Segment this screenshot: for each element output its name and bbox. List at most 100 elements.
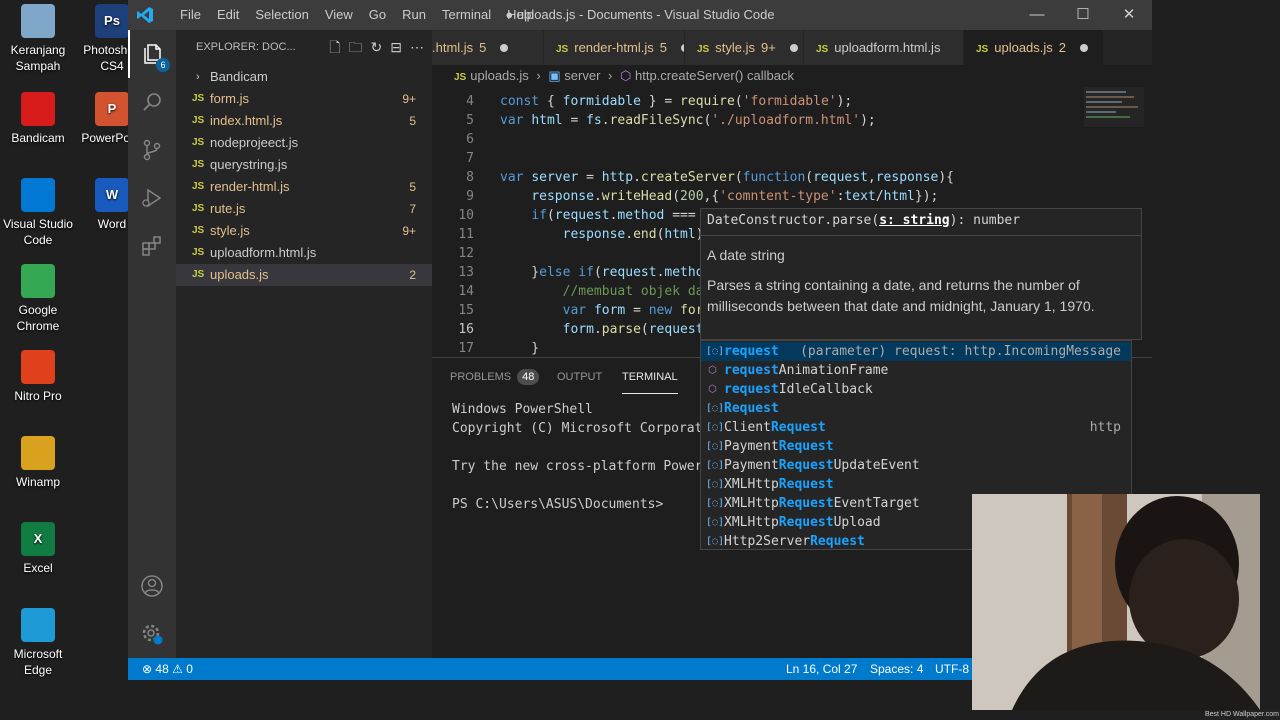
encoding[interactable]: UTF-8 [935, 658, 969, 680]
suggestion-suffix: IdleCallback [778, 382, 873, 397]
desktop-icon[interactable]: Bandicam [0, 92, 76, 146]
tab-output[interactable]: OUTPUT [557, 358, 602, 396]
editor-tab[interactable]: JS style.js 9+ [685, 30, 804, 65]
file-item[interactable]: JS uploads.js 2 [176, 264, 432, 286]
menu-file[interactable]: File [172, 0, 209, 30]
terminal-output[interactable]: Windows PowerShell Copyright (C) Microsof… [452, 400, 718, 514]
chevron-right-icon: › [608, 68, 613, 83]
desktop-icon[interactable]: Nitro Pro [0, 350, 76, 404]
suggestion-item[interactable]: [◌] ClientRequest http [701, 418, 1131, 437]
hover-divider [701, 235, 1141, 236]
suggestion-item[interactable]: [◌] request (parameter) request: http.Inco… [701, 342, 1131, 361]
breadcrumb-callback[interactable]: http.createServer() callback [635, 68, 794, 83]
refresh-icon[interactable]: ↻ [371, 30, 383, 65]
suggestion-item[interactable]: ⬡ requestIdleCallback [701, 380, 1131, 399]
collapse-all-icon[interactable]: ⊟ [390, 30, 402, 65]
desktop-icon[interactable]: Google Chrome [0, 264, 76, 334]
suggestion-match: request [724, 344, 779, 359]
desktop-icon-label: Winamp [15, 475, 60, 489]
suggestion-detail: (parameter) request: http.IncomingMessag… [800, 344, 1121, 359]
js-file-icon: JS [976, 44, 989, 55]
desktop-icon[interactable]: Microsoft Edge [0, 608, 76, 678]
desktop-icon[interactable]: Visual Studio Code [0, 178, 76, 248]
suggestion-item[interactable]: [◌] XMLHttpRequest [701, 475, 1131, 494]
terminal-line: Windows PowerShell [452, 402, 593, 417]
menu-selection[interactable]: Selection [247, 0, 316, 30]
explorer-activity[interactable]: 6 [128, 30, 176, 78]
accounts-activity[interactable] [128, 562, 176, 610]
source-control-activity[interactable] [128, 126, 176, 174]
more-actions-icon[interactable]: ⋯ [410, 30, 424, 65]
unsaved-dot-icon[interactable] [789, 44, 798, 52]
suggestion-label: Request [724, 399, 779, 418]
menu-go[interactable]: Go [361, 0, 394, 30]
unsaved-dot-icon[interactable] [500, 44, 509, 52]
breadcrumb-file[interactable]: uploads.js [470, 68, 529, 83]
warning-count: 0 [186, 662, 193, 676]
menu-help[interactable]: Help [499, 0, 542, 30]
js-file-icon: JS [192, 159, 205, 170]
suggestion-prefix: Http2Server [724, 534, 811, 549]
suggestion-match: Request [778, 477, 834, 492]
menu-terminal[interactable]: Terminal [434, 0, 499, 30]
maximize-button[interactable]: ☐ [1060, 0, 1106, 30]
suggestion-item[interactable]: [◌] PaymentRequest [701, 437, 1131, 456]
source-control-icon [143, 139, 161, 161]
new-file-icon[interactable]: 🗋 [329, 30, 340, 65]
minimize-button[interactable]: — [1014, 0, 1060, 30]
extensions-activity[interactable] [128, 222, 176, 270]
file-item[interactable]: JS uploadform.html.js [176, 242, 432, 264]
explorer-badge: 6 [156, 58, 170, 72]
minimap[interactable] [1084, 87, 1144, 127]
search-activity[interactable] [128, 78, 176, 126]
editor-tab[interactable]: JS uploads.js 2 [964, 30, 1104, 65]
tab-terminal[interactable]: TERMINAL [622, 358, 678, 394]
folder-item[interactable]: › Bandicam [176, 66, 432, 88]
cursor-position[interactable]: Ln 16, Col 27 [786, 658, 857, 680]
file-name: nodeprojeect.js [210, 135, 299, 150]
tab-problems[interactable]: PROBLEMS 48 [450, 358, 540, 396]
variable-icon: [◌] [706, 460, 725, 471]
editor-tab[interactable]: .html.js 5 [432, 30, 544, 65]
suggestion-label: requestIdleCallback [724, 380, 873, 399]
suggestion-item[interactable]: ⬡ requestAnimationFrame [701, 361, 1131, 380]
suggestion-label: XMLHttpRequest [724, 475, 834, 494]
account-icon [141, 575, 163, 597]
desktop-icon[interactable]: Winamp [0, 436, 76, 490]
tab-name: render-html.js [574, 40, 654, 55]
menu-edit[interactable]: Edit [209, 0, 247, 30]
close-button[interactable]: ✕ [1106, 0, 1152, 30]
file-item[interactable]: JS style.js 9+ [176, 220, 432, 242]
file-item[interactable]: JS rute.js 7 [176, 198, 432, 220]
problems-status[interactable]: ⊗ 48 ⚠ 0 [142, 658, 193, 680]
unsaved-dot-icon[interactable] [1080, 44, 1089, 52]
breadcrumb-server[interactable]: server [564, 68, 600, 83]
line-number: 9 [466, 189, 474, 204]
watermark-logo: Best HD Wallpaper.com [1204, 710, 1280, 720]
line-number: 13 [458, 265, 474, 280]
manage-activity[interactable] [128, 610, 176, 658]
file-item[interactable]: JS querystring.js [176, 154, 432, 176]
new-folder-icon[interactable]: 🗀 [349, 30, 363, 65]
file-item[interactable]: JS form.js 9+ [176, 88, 432, 110]
file-item[interactable]: JS nodeprojeect.js [176, 132, 432, 154]
output-label: OUTPUT [557, 371, 603, 383]
file-item[interactable]: JS index.html.js 5 [176, 110, 432, 132]
run-debug-activity[interactable] [128, 174, 176, 222]
code-line: 4 const { formidable } = require('formida… [432, 92, 1152, 111]
file-name: index.html.js [210, 113, 283, 128]
menu-view[interactable]: View [317, 0, 361, 30]
menu-run[interactable]: Run [394, 0, 434, 30]
chrome-icon [21, 264, 55, 298]
editor-tab[interactable]: JS uploadform.html.js [804, 30, 964, 65]
indentation[interactable]: Spaces: 4 [870, 658, 923, 680]
suggestion-item[interactable]: [◌] Request [701, 399, 1131, 418]
editor-tab[interactable]: JS render-html.js 5 [544, 30, 685, 65]
desktop-icon[interactable]: Keranjang Sampah [0, 4, 76, 74]
tab-problem-count: 2 [1058, 40, 1067, 55]
code-line: 7 [432, 149, 1152, 168]
suggestion-item[interactable]: [◌] PaymentRequestUpdateEvent [701, 456, 1131, 475]
file-item[interactable]: JS render-html.js 5 [176, 176, 432, 198]
desktop-icon[interactable]: X Excel [0, 522, 76, 576]
